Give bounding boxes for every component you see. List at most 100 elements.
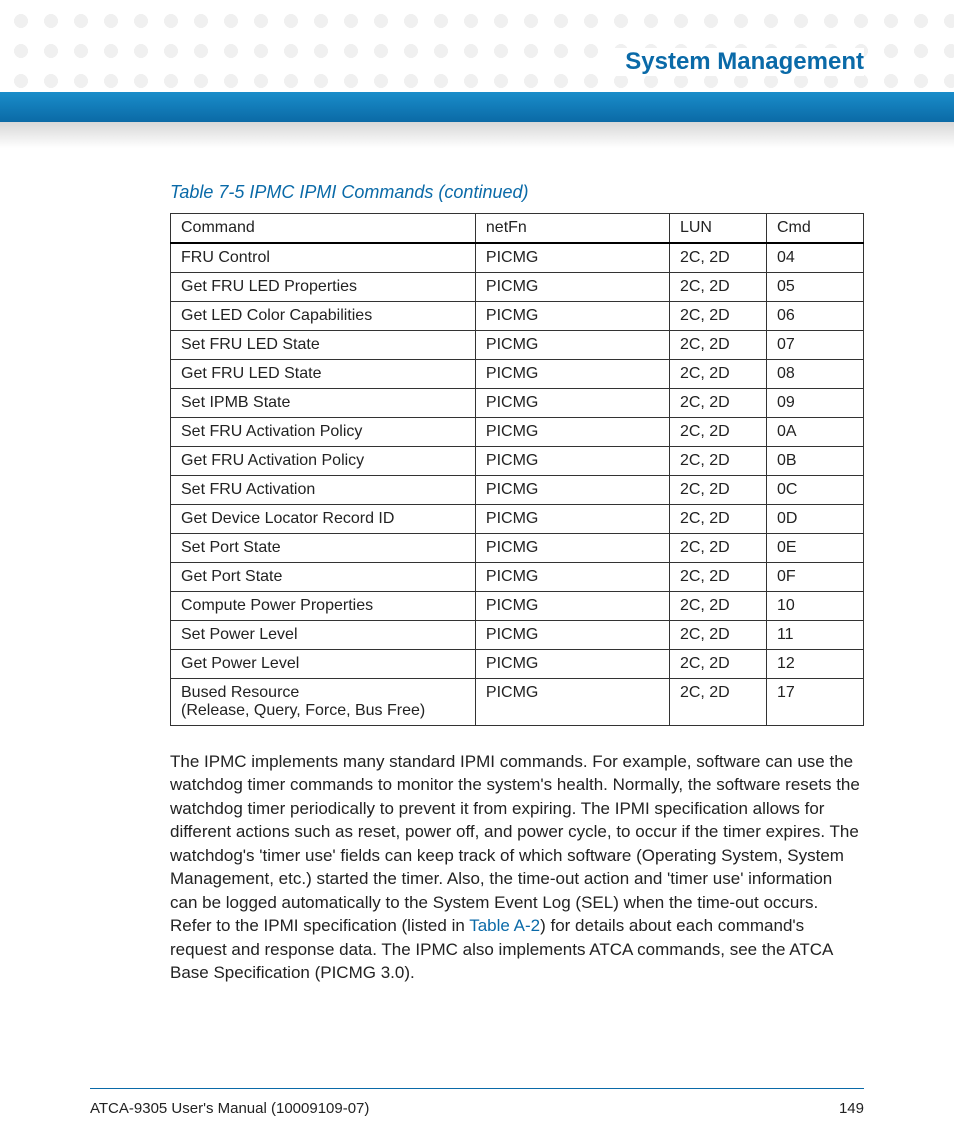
table-row: Set IPMB StatePICMG2C, 2D09 xyxy=(171,389,864,418)
cell-netfn: PICMG xyxy=(475,243,669,273)
cell-command: Set IPMB State xyxy=(171,389,476,418)
cell-command-sub: (Release, Query, Force, Bus Free) xyxy=(181,702,465,720)
cell-cmd-code: 10 xyxy=(766,592,863,621)
footer-page-number: 149 xyxy=(839,1100,864,1117)
cell-lun: 2C, 2D xyxy=(669,679,766,726)
cell-cmd-code: 08 xyxy=(766,360,863,389)
footer-rule xyxy=(90,1088,864,1089)
table-header-row: Command netFn LUN Cmd xyxy=(171,214,864,244)
cell-lun: 2C, 2D xyxy=(669,476,766,505)
table-body: FRU ControlPICMG2C, 2D04Get FRU LED Prop… xyxy=(171,243,864,726)
cell-command: Set FRU Activation xyxy=(171,476,476,505)
cell-cmd-code: 17 xyxy=(766,679,863,726)
cell-lun: 2C, 2D xyxy=(669,389,766,418)
cell-netfn: PICMG xyxy=(475,447,669,476)
cell-netfn: PICMG xyxy=(475,302,669,331)
cell-command: Set Port State xyxy=(171,534,476,563)
cell-cmd-code: 0A xyxy=(766,418,863,447)
cell-netfn: PICMG xyxy=(475,621,669,650)
table-row: Set FRU LED StatePICMG2C, 2D07 xyxy=(171,331,864,360)
cell-cmd-code: 12 xyxy=(766,650,863,679)
cell-netfn: PICMG xyxy=(475,534,669,563)
table-row: Set Power LevelPICMG2C, 2D11 xyxy=(171,621,864,650)
cell-command: Get Device Locator Record ID xyxy=(171,505,476,534)
table-row: Get Device Locator Record IDPICMG2C, 2D0… xyxy=(171,505,864,534)
cell-cmd-code: 07 xyxy=(766,331,863,360)
cell-lun: 2C, 2D xyxy=(669,302,766,331)
cell-cmd-code: 0B xyxy=(766,447,863,476)
table-row: Get FRU LED PropertiesPICMG2C, 2D05 xyxy=(171,273,864,302)
table-row: Compute Power PropertiesPICMG2C, 2D10 xyxy=(171,592,864,621)
cell-cmd-code: 0E xyxy=(766,534,863,563)
cell-netfn: PICMG xyxy=(475,592,669,621)
cell-netfn: PICMG xyxy=(475,679,669,726)
footer-doc-title: ATCA-9305 User's Manual (10009109-07) xyxy=(90,1100,369,1117)
cell-command: Get FRU LED State xyxy=(171,360,476,389)
cell-command: Compute Power Properties xyxy=(171,592,476,621)
cell-netfn: PICMG xyxy=(475,360,669,389)
table-row: Get FRU LED StatePICMG2C, 2D08 xyxy=(171,360,864,389)
cell-lun: 2C, 2D xyxy=(669,621,766,650)
page-content: Table 7-5 IPMC IPMI Commands (continued)… xyxy=(170,182,864,985)
header-blue-bar xyxy=(0,92,954,122)
cell-netfn: PICMG xyxy=(475,650,669,679)
cell-lun: 2C, 2D xyxy=(669,360,766,389)
cell-lun: 2C, 2D xyxy=(669,534,766,563)
table-row: Get Port StatePICMG2C, 2D0F xyxy=(171,563,864,592)
cell-command: Get Port State xyxy=(171,563,476,592)
col-header-netfn: netFn xyxy=(475,214,669,244)
page-footer: ATCA-9305 User's Manual (10009109-07) 14… xyxy=(90,1100,864,1117)
cell-cmd-code: 0F xyxy=(766,563,863,592)
cell-cmd-code: 04 xyxy=(766,243,863,273)
cell-command: Set FRU Activation Policy xyxy=(171,418,476,447)
col-header-cmd: Cmd xyxy=(766,214,863,244)
table-row: Set FRU Activation PolicyPICMG2C, 2D0A xyxy=(171,418,864,447)
cell-lun: 2C, 2D xyxy=(669,505,766,534)
cell-cmd-code: 0C xyxy=(766,476,863,505)
cell-cmd-code: 0D xyxy=(766,505,863,534)
body-paragraph: The IPMC implements many standard IPMI c… xyxy=(170,750,864,985)
cell-command: Set Power Level xyxy=(171,621,476,650)
cell-netfn: PICMG xyxy=(475,563,669,592)
col-header-command: Command xyxy=(171,214,476,244)
cell-lun: 2C, 2D xyxy=(669,418,766,447)
ipmi-commands-table: Command netFn LUN Cmd FRU ControlPICMG2C… xyxy=(170,213,864,726)
cell-netfn: PICMG xyxy=(475,505,669,534)
cell-lun: 2C, 2D xyxy=(669,273,766,302)
table-caption: Table 7-5 IPMC IPMI Commands (continued) xyxy=(170,182,864,203)
cell-netfn: PICMG xyxy=(475,331,669,360)
cell-command: Get FRU Activation Policy xyxy=(171,447,476,476)
cell-command: Get FRU LED Properties xyxy=(171,273,476,302)
cell-cmd-code: 09 xyxy=(766,389,863,418)
header-grey-fade xyxy=(0,122,954,148)
table-row: Bused Resource(Release, Query, Force, Bu… xyxy=(171,679,864,726)
cell-netfn: PICMG xyxy=(475,273,669,302)
cell-lun: 2C, 2D xyxy=(669,331,766,360)
cell-command: FRU Control xyxy=(171,243,476,273)
cell-command: Get Power Level xyxy=(171,650,476,679)
cell-lun: 2C, 2D xyxy=(669,592,766,621)
table-row: FRU ControlPICMG2C, 2D04 xyxy=(171,243,864,273)
cell-netfn: PICMG xyxy=(475,389,669,418)
table-row: Get Power LevelPICMG2C, 2D12 xyxy=(171,650,864,679)
paragraph-text-a: The IPMC implements many standard IPMI c… xyxy=(170,752,860,935)
cell-lun: 2C, 2D xyxy=(669,447,766,476)
cross-ref-link[interactable]: Table A-2 xyxy=(469,916,540,935)
cell-cmd-code: 05 xyxy=(766,273,863,302)
cell-cmd-code: 11 xyxy=(766,621,863,650)
cell-netfn: PICMG xyxy=(475,418,669,447)
cell-lun: 2C, 2D xyxy=(669,563,766,592)
document-page: System Management Table 7-5 IPMC IPMI Co… xyxy=(0,0,954,1145)
cell-command: Bused Resource(Release, Query, Force, Bu… xyxy=(171,679,476,726)
cell-command: Set FRU LED State xyxy=(171,331,476,360)
table-row: Get LED Color CapabilitiesPICMG2C, 2D06 xyxy=(171,302,864,331)
section-header-title: System Management xyxy=(611,48,864,76)
table-row: Get FRU Activation PolicyPICMG2C, 2D0B xyxy=(171,447,864,476)
cell-lun: 2C, 2D xyxy=(669,650,766,679)
cell-netfn: PICMG xyxy=(475,476,669,505)
cell-lun: 2C, 2D xyxy=(669,243,766,273)
cell-cmd-code: 06 xyxy=(766,302,863,331)
cell-command: Get LED Color Capabilities xyxy=(171,302,476,331)
col-header-lun: LUN xyxy=(669,214,766,244)
table-row: Set Port StatePICMG2C, 2D0E xyxy=(171,534,864,563)
